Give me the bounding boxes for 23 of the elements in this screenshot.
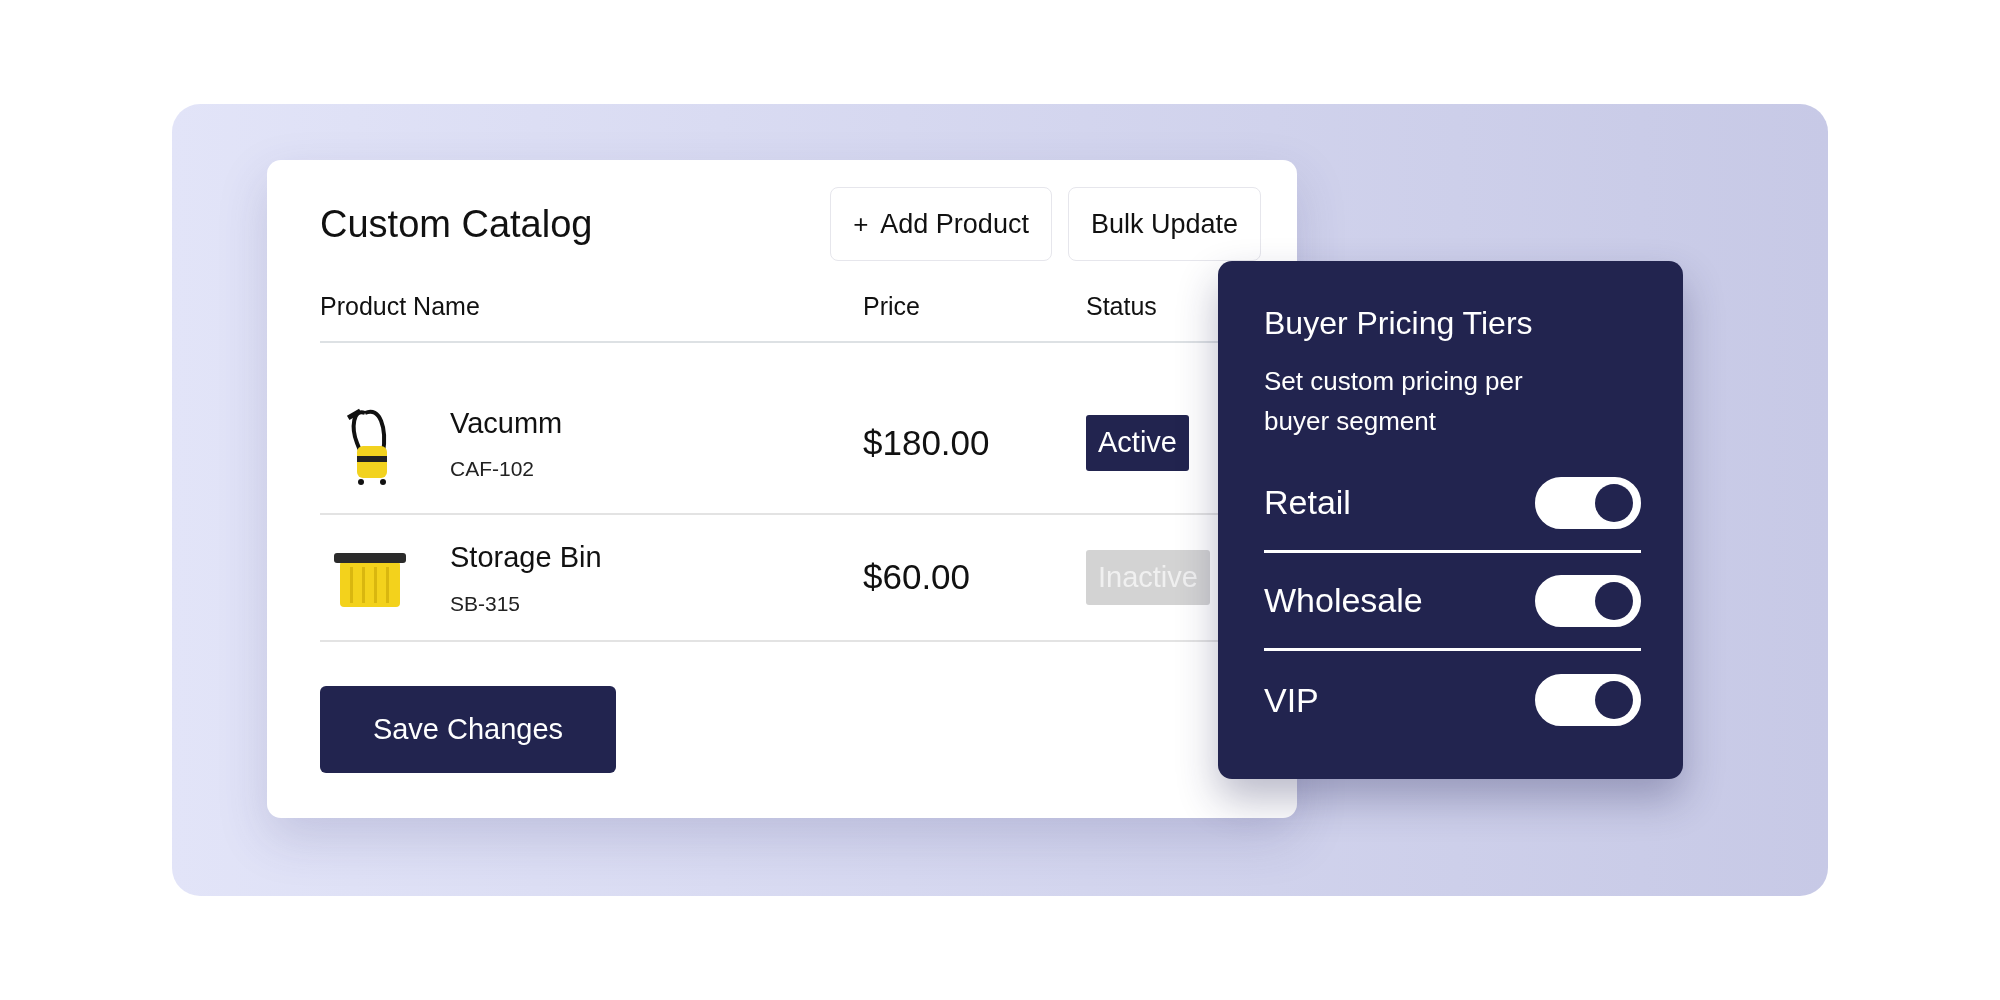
column-header: Product Name bbox=[320, 291, 481, 323]
status-badge: Active bbox=[1086, 415, 1189, 471]
save-changes-button[interactable]: Save Changes bbox=[320, 686, 616, 773]
plus-icon: + bbox=[853, 204, 869, 244]
tier-label: VIP bbox=[1264, 679, 1319, 721]
bulk-update-button[interactable]: Bulk Update bbox=[1067, 187, 1261, 261]
add-product-button[interactable]: + Add Product bbox=[830, 187, 1052, 261]
column-header: Price bbox=[863, 291, 921, 323]
catalog-title: Custom Catalog bbox=[320, 201, 593, 247]
product-name: Vacumm bbox=[450, 405, 564, 441]
panel-title: Buyer Pricing Tiers bbox=[1264, 304, 1534, 343]
tier-toggle[interactable] bbox=[1535, 674, 1641, 726]
tier-toggle[interactable] bbox=[1535, 476, 1641, 529]
tier-toggle[interactable] bbox=[1535, 574, 1641, 627]
tier-label: Retail bbox=[1264, 482, 1351, 523]
product-name: Storage Bin bbox=[450, 540, 603, 575]
product-price: $60.00 bbox=[863, 556, 972, 599]
column-header: Status bbox=[1086, 291, 1157, 323]
tier-label: Wholesale bbox=[1264, 580, 1423, 621]
panel-description: Set custom pricing per buyer segment bbox=[1264, 365, 1524, 438]
product-sku: SB-315 bbox=[450, 590, 522, 617]
product-price: $180.00 bbox=[863, 421, 991, 464]
product-sku: CAF-102 bbox=[450, 456, 536, 482]
